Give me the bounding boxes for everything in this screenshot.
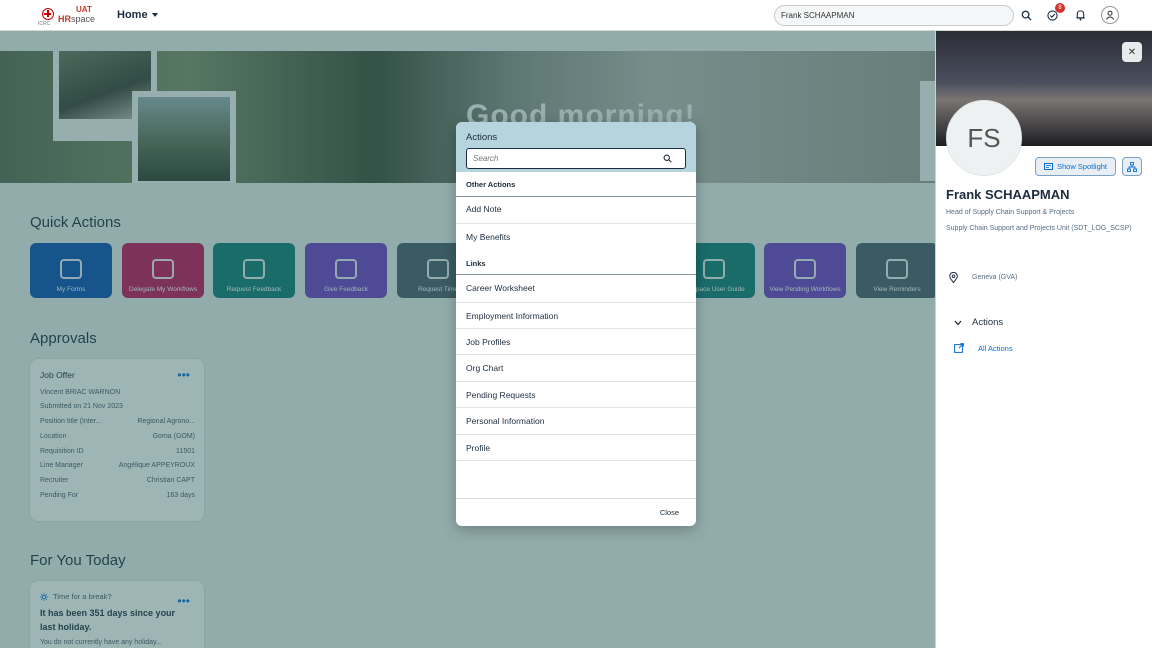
link-org-chart[interactable]: Org Chart <box>456 354 696 380</box>
other-actions-group-label: Other Actions <box>466 180 516 189</box>
profile-location: Geneva (GVA) <box>949 272 1017 283</box>
profile-side-panel: ✕ FS Show Spotlight Frank SCHAAPMAN Head… <box>935 31 1152 648</box>
search-icon <box>1021 10 1032 21</box>
actions-section-toggle[interactable]: Actions <box>954 317 1003 328</box>
link-profile[interactable]: Profile <box>456 434 696 460</box>
logo-space: space <box>71 14 96 24</box>
chevron-down-icon <box>954 320 962 325</box>
location-text: Geneva (GVA) <box>972 274 1018 281</box>
link-job-profiles[interactable]: Job Profiles <box>456 328 696 354</box>
action-add-note[interactable]: Add Note <box>456 196 696 222</box>
logo-text: HRspace <box>58 14 95 24</box>
notifications-button[interactable] <box>1072 7 1088 23</box>
hrspace-logo[interactable]: UAT HRspace ICRC <box>38 5 95 27</box>
bell-icon <box>1075 10 1085 21</box>
external-link-icon <box>954 343 964 353</box>
search-icon[interactable] <box>663 154 672 163</box>
approvals-button[interactable]: 8 <box>1044 3 1065 23</box>
profile-unit: Supply Chain Support and Projects Unit (… <box>946 225 1132 232</box>
close-dialog-button[interactable]: Close <box>660 508 679 517</box>
close-panel-button[interactable]: ✕ <box>1122 42 1142 62</box>
actions-section-label: Actions <box>972 317 1004 328</box>
user-menu-button[interactable] <box>1101 6 1119 24</box>
link-career-worksheet[interactable]: Career Worksheet <box>456 275 696 301</box>
home-menu-button[interactable]: Home <box>117 9 158 21</box>
search-button[interactable] <box>1018 7 1034 23</box>
all-actions-label: All Actions <box>978 343 1013 353</box>
show-spotlight-button[interactable]: Show Spotlight <box>1035 157 1116 176</box>
actions-dialog: Actions Other Actions Add Note My Benefi… <box>456 122 696 526</box>
home-menu-label: Home <box>117 9 148 21</box>
dialog-footer: Close <box>456 498 696 526</box>
link-pending-requests[interactable]: Pending Requests <box>456 381 696 407</box>
logo-hr: HR <box>58 14 71 24</box>
links-group-label: Links <box>466 259 486 268</box>
list-end-divider <box>456 460 696 461</box>
user-icon <box>1105 10 1115 20</box>
org-chart-icon <box>1127 161 1137 172</box>
logo-org: ICRC <box>38 21 51 27</box>
org-chart-button[interactable] <box>1122 157 1142 176</box>
profile-role: Head of Supply Chain Support & Projects <box>946 209 1075 216</box>
location-pin-icon <box>949 272 958 283</box>
actions-search-input[interactable] <box>473 154 663 163</box>
global-search-input[interactable]: Frank SCHAAPMAN <box>774 5 1014 26</box>
action-my-benefits[interactable]: My Benefits <box>456 223 696 249</box>
dialog-header: Actions <box>456 122 696 172</box>
link-personal-information[interactable]: Personal Information <box>456 407 696 433</box>
show-spotlight-label: Show Spotlight <box>1056 162 1108 171</box>
shell-bar: UAT HRspace ICRC Home Frank SCHAAPMAN 8 <box>0 0 1152 31</box>
link-employment-information[interactable]: Employment Information <box>456 302 696 328</box>
profile-name: Frank SCHAAPMAN <box>946 187 1070 202</box>
dialog-title: Actions <box>466 132 498 143</box>
chevron-down-icon <box>151 13 158 17</box>
notification-badge: 8 <box>1055 3 1065 13</box>
spotlight-icon <box>1043 163 1053 170</box>
all-actions-link[interactable]: All Actions <box>954 343 1013 353</box>
red-cross-emblem-icon <box>42 8 54 20</box>
logo-env: UAT <box>76 5 92 14</box>
actions-search-field[interactable] <box>466 148 686 169</box>
avatar: FS <box>946 100 1022 176</box>
